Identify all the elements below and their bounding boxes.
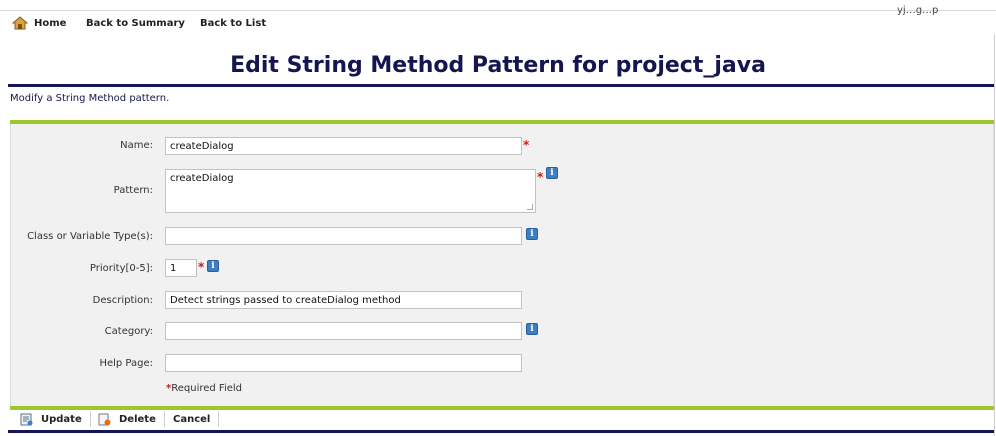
back-to-summary-link[interactable]: Back to Summary bbox=[86, 16, 185, 30]
back-to-summary-label: Back to Summary bbox=[86, 17, 185, 29]
update-button[interactable]: Update bbox=[20, 411, 91, 427]
required-note-text: Required Field bbox=[171, 383, 243, 394]
name-input[interactable]: createDialog bbox=[165, 137, 522, 155]
category-input[interactable] bbox=[165, 322, 522, 340]
update-icon bbox=[20, 413, 33, 425]
pattern-label: Pattern: bbox=[113, 185, 153, 196]
page-title: Edit String Method Pattern for project_j… bbox=[230, 53, 766, 78]
back-to-list-link[interactable]: Back to List bbox=[200, 16, 266, 30]
help-page-label: Help Page: bbox=[99, 358, 153, 369]
right-divider bbox=[994, 34, 995, 436]
class-type-input[interactable] bbox=[165, 227, 522, 245]
name-label: Name: bbox=[120, 140, 153, 151]
class-type-label: Class or Variable Type(s): bbox=[27, 231, 153, 242]
priority-label: Priority[0-5]: bbox=[89, 263, 153, 274]
delete-label: Delete bbox=[119, 413, 156, 425]
cancel-button[interactable]: Cancel bbox=[173, 411, 220, 427]
delete-button[interactable]: Delete bbox=[98, 411, 165, 427]
resize-handle[interactable] bbox=[527, 204, 533, 210]
pattern-info-icon[interactable]: i bbox=[546, 167, 558, 179]
priority-info-icon[interactable]: i bbox=[207, 260, 219, 272]
home-link[interactable]: Home bbox=[12, 16, 66, 30]
home-icon bbox=[12, 16, 28, 30]
priority-input[interactable]: 1 bbox=[165, 259, 197, 277]
pattern-textarea[interactable]: createDialog bbox=[165, 169, 536, 213]
corner-text: yj…g…p bbox=[897, 5, 939, 16]
category-info-icon[interactable]: i bbox=[526, 323, 538, 335]
class-type-info-icon[interactable]: i bbox=[526, 228, 538, 240]
pattern-required-star: * bbox=[537, 170, 544, 184]
pattern-value: createDialog bbox=[170, 173, 234, 184]
home-link-label: Home bbox=[34, 17, 67, 29]
title-underline bbox=[8, 84, 994, 87]
bottom-bar bbox=[8, 430, 994, 433]
help-page-input[interactable] bbox=[165, 354, 522, 372]
description-label: Description: bbox=[92, 295, 153, 306]
form-bottom-bar bbox=[10, 406, 994, 410]
back-to-list-label: Back to List bbox=[200, 17, 267, 29]
update-label: Update bbox=[41, 413, 82, 425]
priority-required-star: * bbox=[198, 260, 205, 274]
page-subtitle: Modify a String Method pattern. bbox=[10, 93, 170, 104]
category-label: Category: bbox=[104, 326, 153, 337]
cancel-label: Cancel bbox=[173, 413, 211, 425]
top-nav-bar: yj…g…p Home Back to Summary Back to List bbox=[0, 5, 996, 34]
description-input[interactable]: Detect strings passed to createDialog me… bbox=[165, 291, 522, 309]
name-required-star: * bbox=[523, 138, 530, 152]
delete-icon bbox=[98, 413, 111, 425]
required-field-note: *Required Field bbox=[166, 383, 242, 394]
